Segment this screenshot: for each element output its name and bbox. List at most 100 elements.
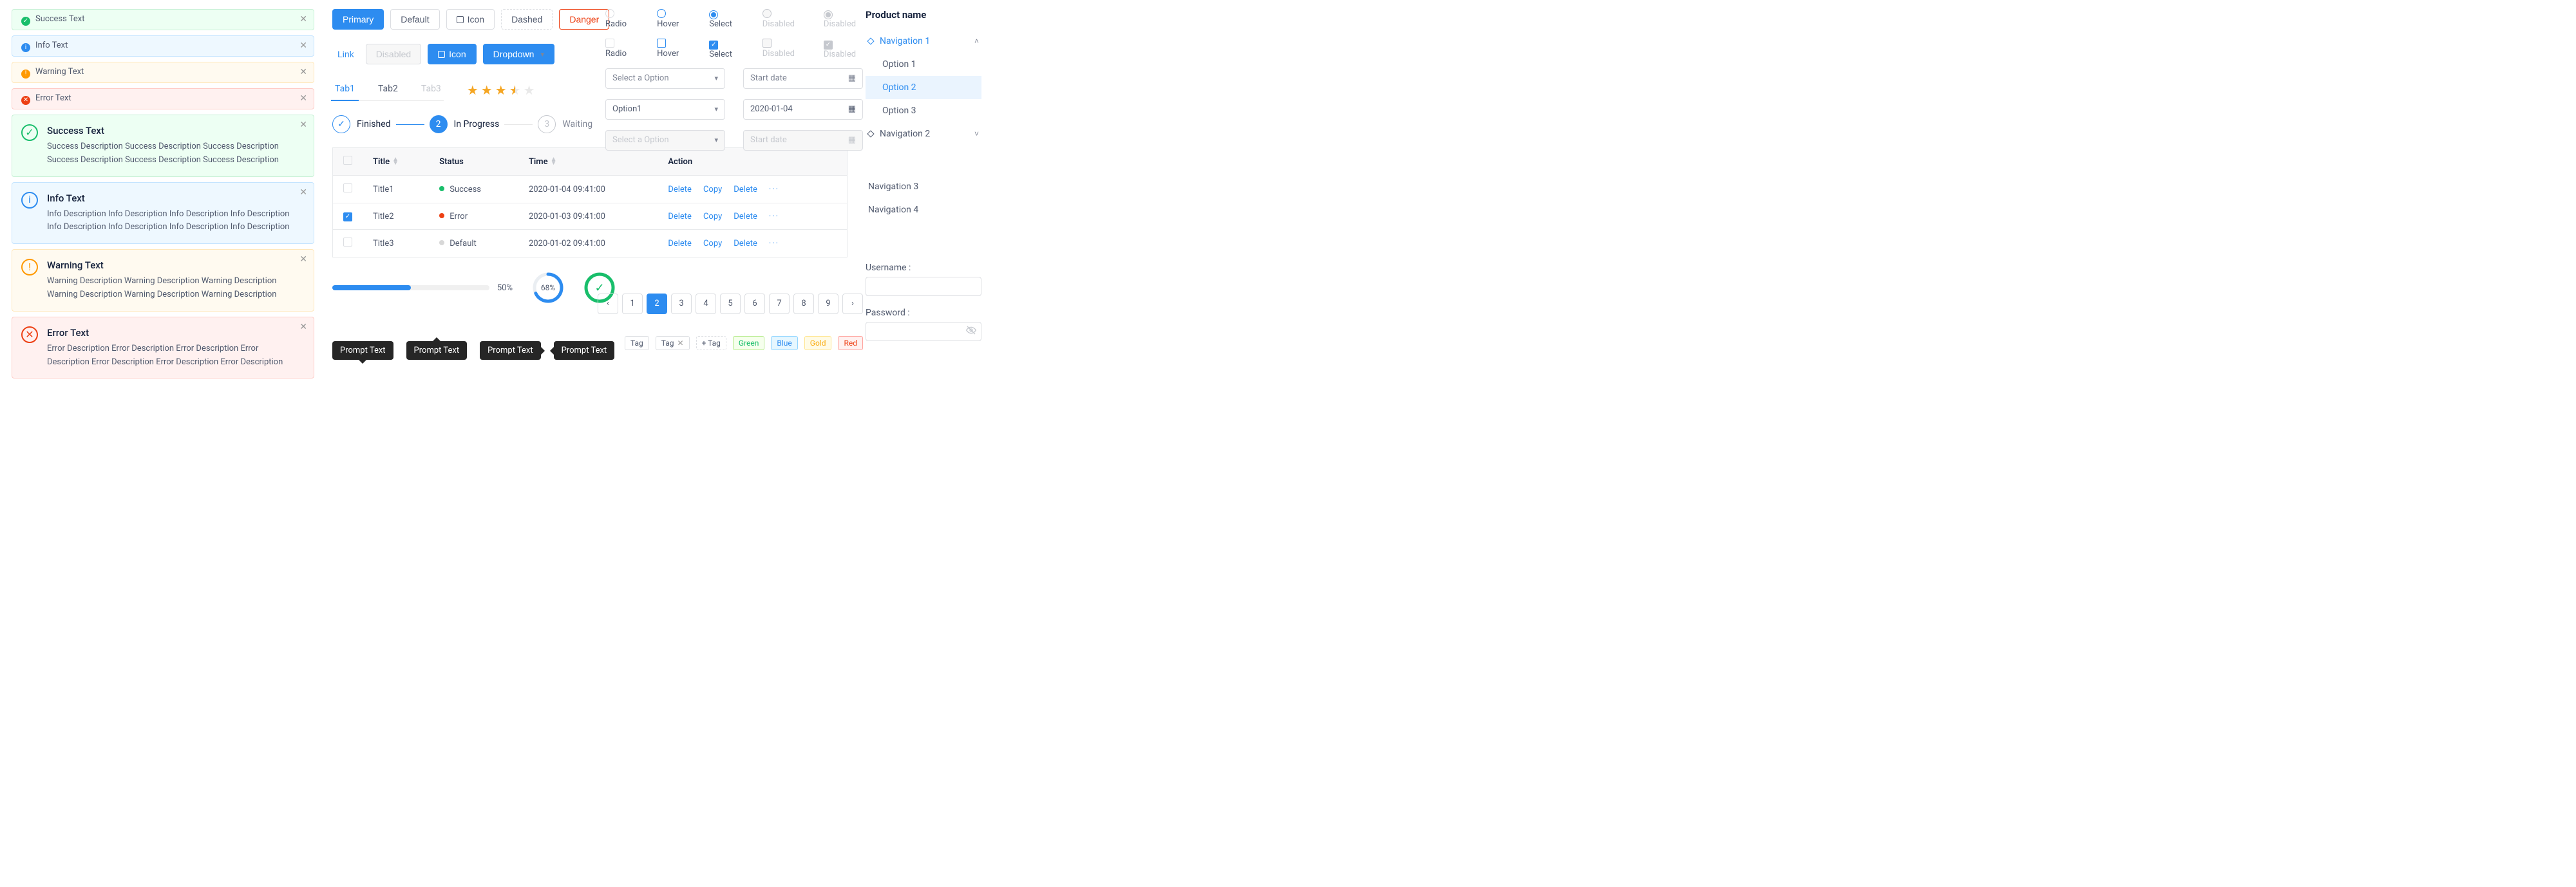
primary-icon-button[interactable]: Icon	[428, 44, 476, 64]
alert-error-big: ✕ Error Text Error Description Error Des…	[12, 317, 314, 379]
tag-green[interactable]: Green	[733, 336, 764, 350]
pager-page[interactable]: 5	[720, 294, 741, 314]
tag-default[interactable]: Tag✕	[656, 336, 690, 350]
cell-status: Error	[429, 203, 518, 230]
radio-selected[interactable]: Select	[709, 9, 741, 29]
side-nav: Navigation 1 ˄ Option 1Option 2Option 3 …	[866, 30, 981, 145]
tabs: Tab1 Tab2 Tab3	[332, 79, 444, 101]
checkbox-hover[interactable]: Hover	[657, 39, 687, 59]
close-icon[interactable]: ✕	[299, 254, 307, 266]
dashed-button[interactable]: Dashed	[501, 9, 553, 30]
pager-page[interactable]: 3	[671, 294, 692, 314]
calendar-icon: ▦	[848, 73, 856, 83]
close-icon[interactable]: ✕	[299, 66, 307, 79]
date-placeholder[interactable]: Start date▦	[743, 68, 863, 89]
pager-page[interactable]: 2	[647, 294, 667, 314]
tab-3: Tab3	[420, 79, 442, 100]
checkbox-selected[interactable]: Select	[709, 38, 741, 59]
icon-button[interactable]: Icon	[446, 9, 495, 30]
nav-option[interactable]: Option 3	[866, 99, 981, 122]
check-icon: ✓	[21, 124, 38, 141]
step-waiting: 3 Waiting	[538, 115, 592, 133]
nav-3[interactable]: Navigation 3	[866, 175, 981, 198]
default-button[interactable]: Default	[390, 9, 439, 30]
date-value[interactable]: 2020-01-04▦	[743, 99, 863, 120]
star-icon[interactable]: ★	[495, 82, 507, 98]
alert-error-small: ✕Error Text ✕	[12, 88, 314, 109]
warning-icon: !	[21, 70, 30, 79]
col-time[interactable]: Time	[529, 157, 548, 167]
star-half-icon[interactable]: ★	[509, 82, 521, 98]
checkbox-default[interactable]: Radio	[605, 39, 635, 59]
step-line	[396, 124, 424, 125]
nav-option[interactable]: Option 2	[866, 76, 981, 99]
tag-dashed[interactable]: + Tag	[696, 336, 726, 350]
sort-icon[interactable]: ▲▼	[392, 158, 399, 165]
sort-icon[interactable]: ▲▼	[551, 158, 557, 165]
pager-page[interactable]: 4	[696, 294, 716, 314]
pager-page[interactable]: 1	[622, 294, 643, 314]
password-input[interactable]	[866, 322, 981, 341]
row-checkbox[interactable]	[343, 183, 352, 192]
pager-page[interactable]: 9	[818, 294, 838, 314]
alert-info-big: i Info Text Info Description Info Descri…	[12, 182, 314, 245]
alert-success-big: ✓ Success Text Success Description Succe…	[12, 115, 314, 177]
check-icon: ✓	[21, 17, 30, 26]
dropdown-button[interactable]: Dropdown▾	[483, 44, 554, 64]
username-label: Username :	[866, 263, 981, 273]
alert-warning-small: ! Warning Text ✕	[12, 62, 314, 83]
progress-circle-label: 68%	[532, 272, 564, 304]
star-icon[interactable]: ★	[467, 82, 478, 98]
select-disabled: Select a Option▾	[605, 130, 725, 151]
row-checkbox[interactable]	[343, 238, 352, 247]
progress-fill	[332, 285, 411, 290]
primary-button[interactable]: Primary	[332, 9, 384, 30]
select-value[interactable]: Option1▾	[605, 99, 725, 120]
tag-blue[interactable]: Blue	[771, 336, 797, 350]
link-button[interactable]: Link	[332, 44, 359, 64]
star-empty-icon[interactable]: ★	[524, 82, 535, 98]
alert-title: Success Text	[35, 14, 85, 24]
close-icon[interactable]: ✕	[299, 14, 307, 26]
pager-page[interactable]: 7	[769, 294, 790, 314]
radio-hover[interactable]: Hover	[657, 9, 687, 29]
star-icon[interactable]: ★	[481, 82, 493, 98]
close-icon[interactable]: ✕	[299, 321, 307, 334]
alert-title: Warning Text	[35, 67, 84, 77]
select-placeholder[interactable]: Select a Option▾	[605, 68, 725, 89]
checkbox-all[interactable]	[343, 156, 352, 165]
close-icon[interactable]: ✕	[299, 40, 307, 53]
close-icon[interactable]: ✕	[299, 187, 307, 200]
diamond-icon	[867, 37, 874, 44]
chevron-down-icon: ▾	[714, 105, 718, 113]
step-line	[504, 124, 533, 125]
radio-default[interactable]: Radio	[605, 9, 635, 29]
pager-page[interactable]: 8	[793, 294, 814, 314]
alert-title: Info Text	[35, 41, 68, 50]
row-checkbox[interactable]	[343, 212, 352, 221]
close-icon[interactable]: ✕	[677, 339, 684, 348]
tab-1[interactable]: Tab1	[334, 79, 356, 100]
pager-next[interactable]: ›	[842, 294, 863, 314]
tag-gold[interactable]: Gold	[804, 336, 832, 350]
username-input[interactable]	[866, 277, 981, 296]
product-name: Product name	[866, 9, 981, 21]
nav-option[interactable]: Option 1	[866, 53, 981, 76]
tooltip: Prompt Text	[332, 341, 393, 360]
close-icon[interactable]: ✕	[299, 93, 307, 106]
nav-2[interactable]: Navigation 2 ˅	[866, 122, 981, 145]
pager-prev[interactable]: ‹	[598, 294, 618, 314]
eye-off-icon[interactable]	[966, 325, 976, 338]
nav-4[interactable]: Navigation 4	[866, 198, 981, 221]
step-title: Waiting	[562, 119, 592, 129]
pager-page[interactable]: 6	[744, 294, 765, 314]
danger-button[interactable]: Danger	[559, 9, 609, 30]
close-icon[interactable]: ✕	[299, 119, 307, 132]
checkbox-disabled-checked: Disabled	[824, 38, 863, 59]
col-title[interactable]: Title	[373, 157, 390, 167]
tag-default[interactable]: Tag	[625, 336, 649, 350]
nav-1[interactable]: Navigation 1 ˄	[866, 30, 981, 53]
tag-red[interactable]: Red	[838, 336, 863, 350]
tab-2[interactable]: Tab2	[377, 79, 399, 100]
rate[interactable]: ★ ★ ★ ★ ★	[467, 82, 535, 98]
